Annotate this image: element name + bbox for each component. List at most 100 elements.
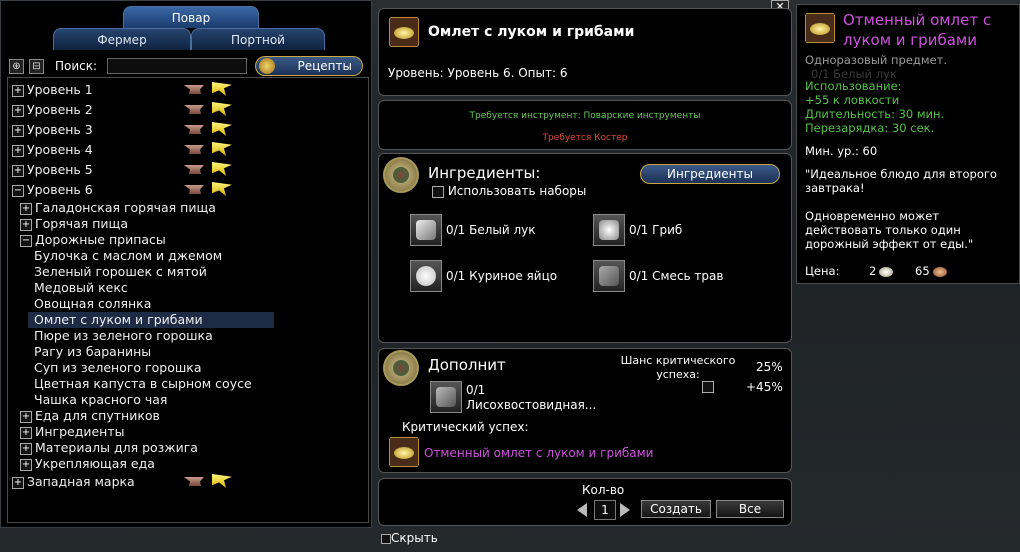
tree-group[interactable]: + Галадонская горячая пища (20, 200, 216, 216)
ingredient-text: 0/1 Куриное яйцо (446, 269, 558, 283)
tree-level-1[interactable]: + Уровень 1 (12, 82, 93, 98)
tooltip-title-line2: луком и грибами (843, 31, 977, 49)
item-tooltip: Отменный омлет с луком и грибами Однораз… (796, 4, 1020, 284)
anvil-icon (184, 82, 206, 96)
recipe-tree[interactable]: + Уровень 1 + Уровень 2 + Уровень 3 + Уровен… (7, 77, 369, 523)
search-label: Поиск: (55, 59, 98, 73)
tooltip-cooldown: Перезарядка: 30 сек. (805, 121, 935, 135)
plus-icon: + (20, 410, 32, 423)
tree-level-5[interactable]: + Уровень 5 (12, 162, 93, 178)
tooltip-note-line3: дорожный эффект от еды." (805, 237, 974, 251)
plus-icon: + (12, 84, 24, 97)
tooltip-title-line1: Отменный омлет с (843, 11, 992, 29)
tree-group[interactable]: + Горячая пища (20, 216, 128, 232)
gold-star-icon (212, 82, 234, 96)
tooltip-note-line1: Одновременно может (805, 209, 940, 223)
tooltip-quote-line1: "Идеальное блюдо для второго (805, 167, 997, 181)
tooltip-use-label: Использование: (805, 79, 902, 93)
tooltip-price-label: Цена: (805, 264, 840, 278)
use-sets-checkbox[interactable] (432, 185, 444, 198)
tree-group[interactable]: + Укрепляющая еда (20, 456, 155, 472)
plus-icon: + (20, 442, 32, 455)
ingredient-text: 0/1 Гриб (629, 223, 683, 237)
ingredient-slot[interactable] (593, 214, 625, 246)
tooltip-price-silver: 2 (869, 264, 894, 278)
anvil-icon (184, 122, 206, 136)
recipe-item[interactable]: Медовый кекс (34, 280, 128, 296)
recipe-item[interactable]: Суп из зеленого горошка (34, 360, 202, 376)
hide-option[interactable]: Скрыть (381, 531, 438, 545)
herb-mix-icon (599, 266, 619, 286)
white-onion-icon (416, 220, 436, 240)
mushroom-icon (599, 220, 619, 240)
gold-star-icon (212, 162, 234, 176)
plus-icon: + (12, 104, 24, 117)
tree-level-3[interactable]: + Уровень 3 (12, 122, 93, 138)
all-button[interactable]: Все (716, 500, 784, 518)
decrease-arrow-icon[interactable] (577, 503, 587, 517)
tree-group[interactable]: + Материалы для розжига (20, 440, 198, 456)
ingredients-title: Ингредиенты: (428, 164, 541, 182)
ingredient-slot[interactable] (410, 260, 442, 292)
hide-checkbox[interactable] (381, 533, 391, 544)
crit-result[interactable]: Отменный омлет с луком и грибами (424, 446, 653, 460)
optional-item-name: Лисохвостовидная... (466, 398, 597, 412)
tree-level-2[interactable]: + Уровень 2 (12, 102, 93, 118)
crit-omelet-icon (389, 437, 419, 467)
anvil-icon (184, 102, 206, 116)
plus-icon: + (20, 218, 32, 231)
crit-label: Критический успех: (402, 420, 529, 434)
minus-icon: − (12, 184, 24, 197)
egg-icon (416, 266, 436, 286)
tree-level-4[interactable]: + Уровень 4 (12, 142, 93, 158)
optional-title: Дополнит (428, 356, 506, 374)
recipe-item[interactable]: Булочка с маслом и джемом (34, 248, 222, 264)
recipe-title: Омлет с луком и грибами (428, 24, 635, 40)
recipe-item[interactable]: Рагу из баранины (34, 344, 151, 360)
recipe-item[interactable]: Пюре из зеленого горошка (34, 328, 213, 344)
optional-slot[interactable] (430, 381, 462, 413)
plus-icon: + (20, 426, 32, 439)
tab-tailor[interactable]: Портной (191, 28, 325, 50)
recipe-item[interactable]: Цветная капуста в сырном соусе (34, 376, 252, 392)
gold-star-icon (212, 182, 234, 196)
expand-all-button[interactable]: ⊕ (9, 59, 24, 74)
anvil-icon (184, 182, 206, 196)
quantity-input[interactable]: 1 (594, 500, 616, 520)
crit-chance-base: 25% (756, 360, 783, 374)
recipe-item[interactable]: Зеленый горошек с мятой (34, 264, 207, 280)
tab-cook[interactable]: Повар (123, 6, 259, 28)
collapse-all-button[interactable]: ⊟ (29, 59, 44, 74)
gold-star-icon (212, 474, 234, 488)
tree-group[interactable]: − Дорожные припасы (20, 232, 166, 248)
tooltip-quote-line2: завтрака! (805, 181, 865, 195)
ingredients-medal-icon (383, 157, 419, 193)
tree-level-west-mark[interactable]: + Западная марка (12, 474, 135, 490)
increase-arrow-icon[interactable] (620, 503, 630, 517)
tree-group[interactable]: + Еда для спутников (20, 408, 160, 424)
recipe-level: Уровень: Уровень 6. Опыт: 6 (388, 66, 568, 80)
use-sets-option[interactable]: Использовать наборы (432, 184, 586, 198)
gold-star-icon (212, 142, 234, 156)
optional-checkbox[interactable] (702, 381, 714, 393)
tooltip-effect: +55 к ловкости (805, 93, 900, 107)
search-input[interactable] (107, 58, 247, 74)
ingredient-text: 0/1 Белый лук (446, 223, 536, 237)
ingredient-slot[interactable] (410, 214, 442, 246)
minus-icon: − (20, 234, 32, 247)
gold-star-icon (212, 102, 234, 116)
create-button[interactable]: Создать (641, 500, 711, 518)
tooltip-price-copper: 65 (915, 264, 947, 278)
recipe-item[interactable]: Чашка красного чая (34, 392, 167, 408)
tree-level-6[interactable]: − Уровень 6 (12, 182, 93, 198)
recipes-button[interactable]: Рецепты (255, 56, 363, 76)
ingredient-text: 0/1 Смесь трав (629, 269, 724, 283)
tree-group[interactable]: + Ингредиенты (20, 424, 125, 440)
ingredients-button[interactable]: Ингредиенты (640, 164, 780, 184)
recipe-item-selected[interactable]: Омлет с луком и грибами (28, 312, 274, 328)
anvil-icon (184, 474, 206, 488)
recipe-item[interactable]: Овощная солянка (34, 296, 151, 312)
ingredient-slot[interactable] (593, 260, 625, 292)
coin-icon (259, 58, 275, 74)
tab-farmer[interactable]: Фермер (53, 28, 191, 50)
